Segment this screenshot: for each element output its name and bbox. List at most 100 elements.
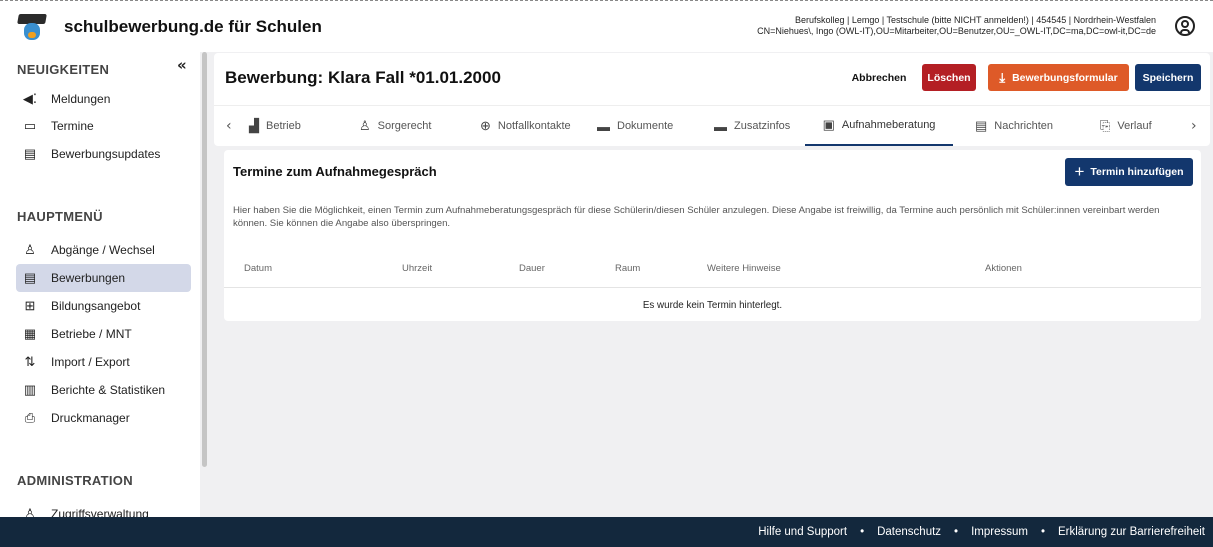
- empty-table-message: Es wurde kein Termin hinterlegt.: [642, 300, 783, 311]
- tab-label: Zusatzinfos: [734, 120, 791, 132]
- sidebar-item-label: Berichte & Statistiken: [51, 383, 166, 397]
- sidebar-item-label: Abgänge / Wechsel: [51, 243, 155, 257]
- tab-dokumente[interactable]: ▬ Dokumente: [597, 106, 673, 146]
- tab-sorgerecht[interactable]: ♙ Sorgerecht: [359, 106, 431, 146]
- plus-icon: +: [1074, 162, 1085, 181]
- application-form-button[interactable]: ⤓ Bewerbungsformular: [988, 64, 1129, 91]
- tab-bar: ‹ ▟ Betrieb ♙ Sorgerecht ⊕ Notfallkontak…: [214, 105, 1210, 146]
- sidebar-scrollbar[interactable]: [202, 52, 207, 467]
- tab-label: Dokumente: [617, 120, 674, 132]
- access-icon: ♙: [24, 506, 36, 517]
- tab-betrieb[interactable]: ▟ Betrieb: [249, 106, 301, 146]
- person-icon: ♙: [24, 242, 36, 257]
- delete-button[interactable]: Löschen: [922, 64, 976, 91]
- user-info: Berufskolleg | Lemgo | Testschule (bitte…: [757, 15, 1156, 37]
- news-heading: NEUIGKEITEN: [17, 62, 110, 77]
- footer-separator: •: [1040, 526, 1045, 538]
- import-export-icon: ⇅: [24, 354, 36, 369]
- sidebar-item-import-export[interactable]: ⇅ Import / Export: [16, 348, 191, 376]
- column-header-aktionen: Aktionen: [985, 263, 1022, 274]
- sidebar-item-zugriffsverwaltung[interactable]: ♙ Zugriffsverwaltung: [16, 500, 191, 517]
- main-menu-heading: HAUPTMENÜ: [17, 209, 103, 224]
- column-header-uhrzeit[interactable]: Uhrzeit: [402, 263, 432, 274]
- folder-icon: ▬: [597, 118, 610, 134]
- history-icon: ⎘: [1100, 118, 1111, 133]
- sidebar-item-bewerbungsupdates[interactable]: ▤ Bewerbungsupdates: [16, 140, 191, 168]
- collapse-sidebar-icon[interactable]: «: [177, 56, 187, 74]
- tab-label: Notfallkontakte: [497, 120, 571, 132]
- application-update-icon: ▤: [23, 146, 37, 161]
- sidebar-item-label: Zugriffsverwaltung: [51, 507, 149, 517]
- sidebar-item-druckmanager[interactable]: ⎙ Druckmanager: [16, 404, 191, 432]
- sidebar-item-label: Bewerbungen: [51, 271, 126, 285]
- tab-scroll-right-icon[interactable]: ›: [1191, 118, 1197, 134]
- family-icon: ♙: [359, 118, 371, 133]
- sidebar-item-label: Termine: [51, 119, 94, 133]
- calendar-icon: ▣: [822, 117, 835, 132]
- column-header-dauer[interactable]: Dauer: [519, 263, 545, 274]
- footer: Hilfe und Support • Datenschutz • Impres…: [0, 517, 1213, 547]
- owl-logo-icon[interactable]: [16, 12, 48, 42]
- user-info-line2: CN=Niehues\, Ingo (OWL-IT),OU=Mitarbeite…: [757, 26, 1156, 36]
- appointments-card: Termine zum Aufnahmegespräch + Termin hi…: [224, 150, 1201, 321]
- sidebar-item-label: Meldungen: [51, 92, 111, 106]
- sidebar-item-label: Betriebe / MNT: [51, 327, 132, 341]
- tab-notfallkontakte[interactable]: ⊕ Notfallkontakte: [480, 106, 571, 146]
- sidebar-item-meldungen[interactable]: ◀⁚ Meldungen: [16, 85, 191, 113]
- factory-icon: ▟: [249, 118, 259, 133]
- column-header-hinweise[interactable]: Weitere Hinweise: [707, 263, 781, 274]
- column-header-raum[interactable]: Raum: [615, 263, 640, 274]
- sidebar-item-label: Bildungsangebot: [51, 299, 141, 313]
- tab-label: Verlauf: [1117, 120, 1152, 132]
- sidebar-item-termine[interactable]: ▭ Termine: [16, 112, 191, 140]
- tab-zusatzinfos[interactable]: ▬ Zusatzinfos: [714, 106, 790, 146]
- chart-icon: ▥: [23, 382, 37, 397]
- column-header-datum[interactable]: Datum: [244, 263, 272, 274]
- sitemap-icon: ⊞: [24, 298, 36, 313]
- page-title: Bewerbung: Klara Fall *01.01.2000: [225, 68, 501, 87]
- section-description: Hier haben Sie die Möglichkeit, einen Te…: [233, 205, 1160, 229]
- top-bar: schulbewerbung.de für Schulen Berufskoll…: [0, 0, 1213, 52]
- footer-link-barrierefreiheit[interactable]: Erklärung zur Barrierefreiheit: [1058, 526, 1205, 538]
- sidebar-item-bildungsangebot[interactable]: ⊞ Bildungsangebot: [16, 292, 191, 320]
- printer-icon: ⎙: [24, 410, 36, 425]
- add-appointment-label: Termin hinzufügen: [1090, 166, 1184, 178]
- tab-verlauf[interactable]: ⎘ Verlauf: [1100, 106, 1152, 146]
- download-icon: ⤓: [999, 69, 1006, 85]
- footer-separator: •: [954, 526, 959, 538]
- footer-link-support[interactable]: Hilfe und Support: [758, 526, 847, 538]
- footer-separator: •: [860, 526, 865, 538]
- message-icon: ▤: [975, 118, 988, 133]
- tab-label: Nachrichten: [994, 120, 1053, 132]
- sidebar-item-abgaenge[interactable]: ♙ Abgänge / Wechsel: [16, 236, 191, 264]
- calendar-icon: ▭: [23, 118, 37, 133]
- megaphone-icon: ◀⁚: [22, 91, 38, 106]
- sidebar-item-label: Import / Export: [51, 355, 130, 369]
- info-folder-icon: ▬: [714, 118, 727, 134]
- sidebar-item-berichte[interactable]: ▥ Berichte & Statistiken: [16, 376, 191, 404]
- footer-link-impressum[interactable]: Impressum: [971, 526, 1028, 538]
- sidebar: NEUIGKEITEN « ◀⁚ Meldungen ▭ Termine ▤ B…: [0, 52, 200, 517]
- add-appointment-button[interactable]: + Termin hinzufügen: [1065, 158, 1193, 186]
- tab-nachrichten[interactable]: ▤ Nachrichten: [975, 106, 1053, 146]
- footer-link-datenschutz[interactable]: Datenschutz: [877, 526, 941, 538]
- section-title: Termine zum Aufnahmegespräch: [233, 164, 437, 179]
- sidebar-item-bewerbungen[interactable]: ▤ Bewerbungen: [16, 264, 191, 292]
- sidebar-item-label: Bewerbungsupdates: [51, 147, 161, 161]
- save-button[interactable]: Speichern: [1135, 64, 1201, 91]
- tab-label: Aufnahmeberatung: [841, 119, 936, 131]
- brand-title[interactable]: schulbewerbung.de für Schulen: [64, 17, 322, 37]
- application-header: Bewerbung: Klara Fall *01.01.2000 Abbrec…: [214, 53, 1210, 146]
- account-icon[interactable]: [1175, 16, 1195, 36]
- medical-icon: ⊕: [480, 118, 491, 133]
- user-info-line1: Berufskolleg | Lemgo | Testschule (bitte…: [794, 15, 1156, 25]
- sidebar-item-betriebe[interactable]: ▦ Betriebe / MNT: [16, 320, 191, 348]
- building-icon: ▦: [23, 326, 37, 341]
- tab-label: Betrieb: [266, 120, 301, 132]
- table-divider: [224, 287, 1201, 288]
- tab-label: Sorgerecht: [377, 120, 432, 132]
- tab-aufnahmeberatung[interactable]: ▣ Aufnahmeberatung: [805, 106, 953, 146]
- admin-heading: ADMINISTRATION: [17, 473, 133, 488]
- tab-scroll-left-icon[interactable]: ‹: [226, 118, 232, 134]
- cancel-button[interactable]: Abbrechen: [844, 64, 914, 91]
